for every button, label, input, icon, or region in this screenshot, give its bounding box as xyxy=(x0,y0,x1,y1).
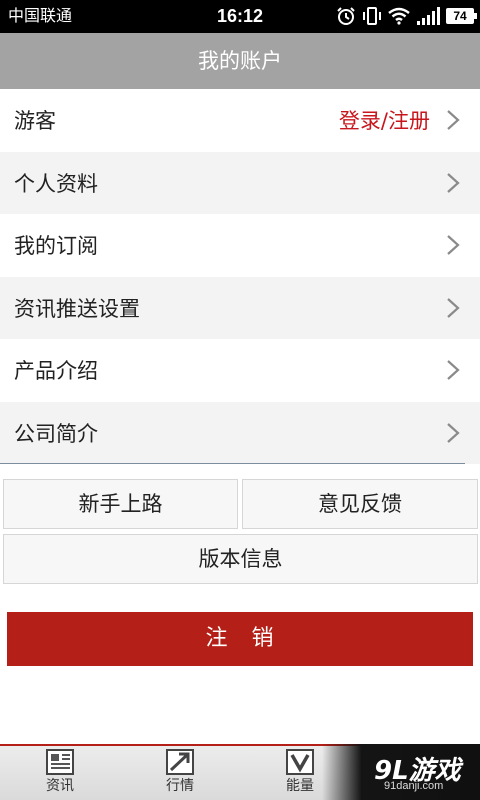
market-chart-icon xyxy=(166,749,194,775)
menu-item-label: 个人资料 xyxy=(14,171,98,196)
tab-label: 资讯 xyxy=(46,778,74,794)
newbie-guide-button[interactable]: 新手上路 xyxy=(3,479,238,529)
login-register-link[interactable]: 登录/注册 xyxy=(339,105,430,135)
menu-item-label: 公司简介 xyxy=(14,421,98,446)
menu-item-label: 产品介绍 xyxy=(14,359,98,384)
menu-item-label: 我的订阅 xyxy=(14,234,98,259)
guest-row[interactable]: 游客 登录/注册 xyxy=(0,89,480,152)
page-title: 我的账户 xyxy=(0,33,480,89)
feedback-button[interactable]: 意见反馈 xyxy=(242,479,478,529)
menu-item-company-intro[interactable]: 公司简介 xyxy=(0,401,480,464)
watermark: 9L游戏 91danji.com xyxy=(322,744,480,800)
chevron-right-icon xyxy=(447,422,460,443)
chevron-right-icon xyxy=(447,235,460,256)
chevron-right-icon xyxy=(447,172,460,193)
news-icon xyxy=(46,749,74,775)
menu-item-label: 资讯推送设置 xyxy=(14,296,140,321)
tab-label: 能量 xyxy=(286,778,314,794)
account-menu: 游客 登录/注册 个人资料 我的订阅 资讯推送设置 产品介绍 公司简介 xyxy=(0,89,480,464)
chevron-right-icon xyxy=(447,360,460,381)
tab-market[interactable]: 行情 xyxy=(150,748,210,794)
menu-item-subscriptions[interactable]: 我的订阅 xyxy=(0,214,480,277)
tab-energy[interactable]: 能量 xyxy=(270,748,330,794)
alarm-icon xyxy=(337,7,355,25)
menu-item-product-intro[interactable]: 产品介绍 xyxy=(0,339,480,402)
wifi-icon xyxy=(388,7,410,25)
version-info-button[interactable]: 版本信息 xyxy=(3,534,478,584)
status-icons: 74 xyxy=(336,5,477,27)
chevron-right-icon xyxy=(447,297,460,318)
tab-news[interactable]: 资讯 xyxy=(30,748,90,794)
watermark-url: 91danji.com xyxy=(384,780,444,792)
guest-label: 游客 xyxy=(14,109,56,134)
divider xyxy=(0,463,465,464)
battery-icon: 74 xyxy=(446,8,477,24)
menu-item-profile[interactable]: 个人资料 xyxy=(0,151,480,214)
signal-icon xyxy=(417,7,440,25)
energy-icon xyxy=(286,749,314,775)
logout-button[interactable]: 注 销 xyxy=(7,612,473,666)
vibrate-icon xyxy=(363,7,381,25)
tab-label: 行情 xyxy=(166,778,194,794)
chevron-right-icon xyxy=(447,110,460,131)
menu-item-push-settings[interactable]: 资讯推送设置 xyxy=(0,276,480,339)
status-bar: 中国联通 16:12 74 xyxy=(0,0,480,33)
